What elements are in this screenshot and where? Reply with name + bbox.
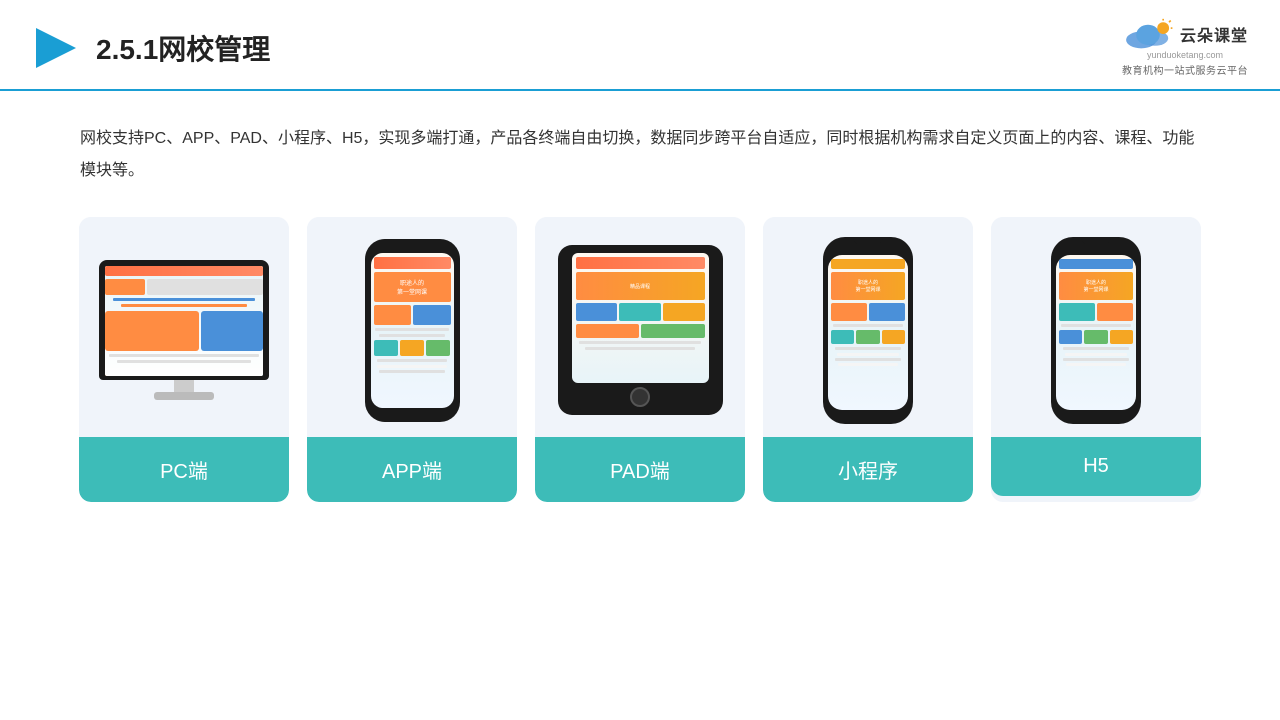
tablet-outer: 精品课程 bbox=[558, 245, 723, 415]
logo-sub: 教育机构一站式服务云平台 bbox=[1122, 62, 1248, 77]
card-app-image: 职途人的第一堂网课 bbox=[307, 217, 517, 437]
miniprogram-mockup: 职途人的第一堂网课 bbox=[823, 237, 913, 424]
phone-screen: 职途人的第一堂网课 bbox=[371, 253, 454, 408]
card-miniprogram-label: 小程序 bbox=[763, 437, 973, 502]
pad-mockup: 精品课程 bbox=[558, 245, 723, 415]
monitor-screen bbox=[105, 266, 263, 376]
description-text: 网校支持PC、APP、PAD、小程序、H5，实现多端打通，产品各终端自由切换，数… bbox=[0, 91, 1280, 207]
logo-icon: 云朵课堂 bbox=[1122, 18, 1248, 50]
tablet-screen-inner: 精品课程 bbox=[572, 253, 709, 383]
phone-notch bbox=[853, 237, 883, 245]
card-app: 职途人的第一堂网课 bbox=[307, 217, 517, 502]
page-header: 2.5.1网校管理 云朵课堂 yunduoketang.com 教育机构一站式服… bbox=[0, 0, 1280, 91]
cloud-svg-icon bbox=[1122, 18, 1174, 50]
play-icon bbox=[32, 24, 80, 72]
monitor-content bbox=[105, 266, 263, 376]
card-pc: PC端 bbox=[79, 217, 289, 502]
description-paragraph: 网校支持PC、APP、PAD、小程序、H5，实现多端打通，产品各终端自由切换，数… bbox=[80, 123, 1200, 187]
phone-outer: 职途人的第一堂网课 bbox=[365, 239, 460, 422]
card-miniprogram-image: 职途人的第一堂网课 bbox=[763, 217, 973, 437]
monitor-base bbox=[154, 392, 214, 400]
logo-url: yunduoketang.com bbox=[1147, 50, 1223, 60]
logo-text: 云朵课堂 bbox=[1180, 22, 1248, 46]
miniprogram-screen-inner: 职途人的第一堂网课 bbox=[828, 255, 908, 410]
cards-container: PC端 职途人的第一堂网课 bbox=[0, 207, 1280, 522]
miniprogram-phone-screen: 职途人的第一堂网课 bbox=[828, 255, 908, 410]
tablet-home-button bbox=[630, 387, 650, 407]
tablet-screen: 精品课程 bbox=[572, 253, 709, 383]
card-pad: 精品课程 bbox=[535, 217, 745, 502]
h5-screen-inner: 职途人的第一堂网课 bbox=[1056, 255, 1136, 410]
app-mockup: 职途人的第一堂网课 bbox=[365, 239, 460, 422]
monitor-neck bbox=[174, 380, 194, 392]
miniprogram-phone-outer: 职途人的第一堂网课 bbox=[823, 237, 913, 424]
title-prefix: 2.5.1 bbox=[96, 34, 158, 65]
header-left: 2.5.1网校管理 bbox=[32, 24, 270, 72]
card-pad-label: PAD端 bbox=[535, 437, 745, 502]
card-pc-image bbox=[79, 217, 289, 437]
monitor-outer bbox=[99, 260, 269, 380]
phone-screen-inner: 职途人的第一堂网课 bbox=[371, 253, 454, 408]
h5-phone-screen: 职途人的第一堂网课 bbox=[1056, 255, 1136, 410]
card-h5-image: 职途人的第一堂网课 bbox=[991, 217, 1201, 437]
h5-phone-notch bbox=[1081, 237, 1111, 245]
logo-area: 云朵课堂 yunduoketang.com 教育机构一站式服务云平台 bbox=[1122, 18, 1248, 77]
card-h5: 职途人的第一堂网课 bbox=[991, 217, 1201, 502]
card-miniprogram: 职途人的第一堂网课 bbox=[763, 217, 973, 502]
card-app-label: APP端 bbox=[307, 437, 517, 502]
h5-mockup: 职途人的第一堂网课 bbox=[1051, 237, 1141, 424]
card-pc-label: PC端 bbox=[79, 437, 289, 502]
page-title: 2.5.1网校管理 bbox=[96, 28, 270, 68]
card-h5-label: H5 bbox=[991, 437, 1201, 496]
pc-mockup bbox=[99, 260, 269, 400]
h5-phone-outer: 职途人的第一堂网课 bbox=[1051, 237, 1141, 424]
card-pad-image: 精品课程 bbox=[535, 217, 745, 437]
title-main: 网校管理 bbox=[158, 34, 270, 65]
